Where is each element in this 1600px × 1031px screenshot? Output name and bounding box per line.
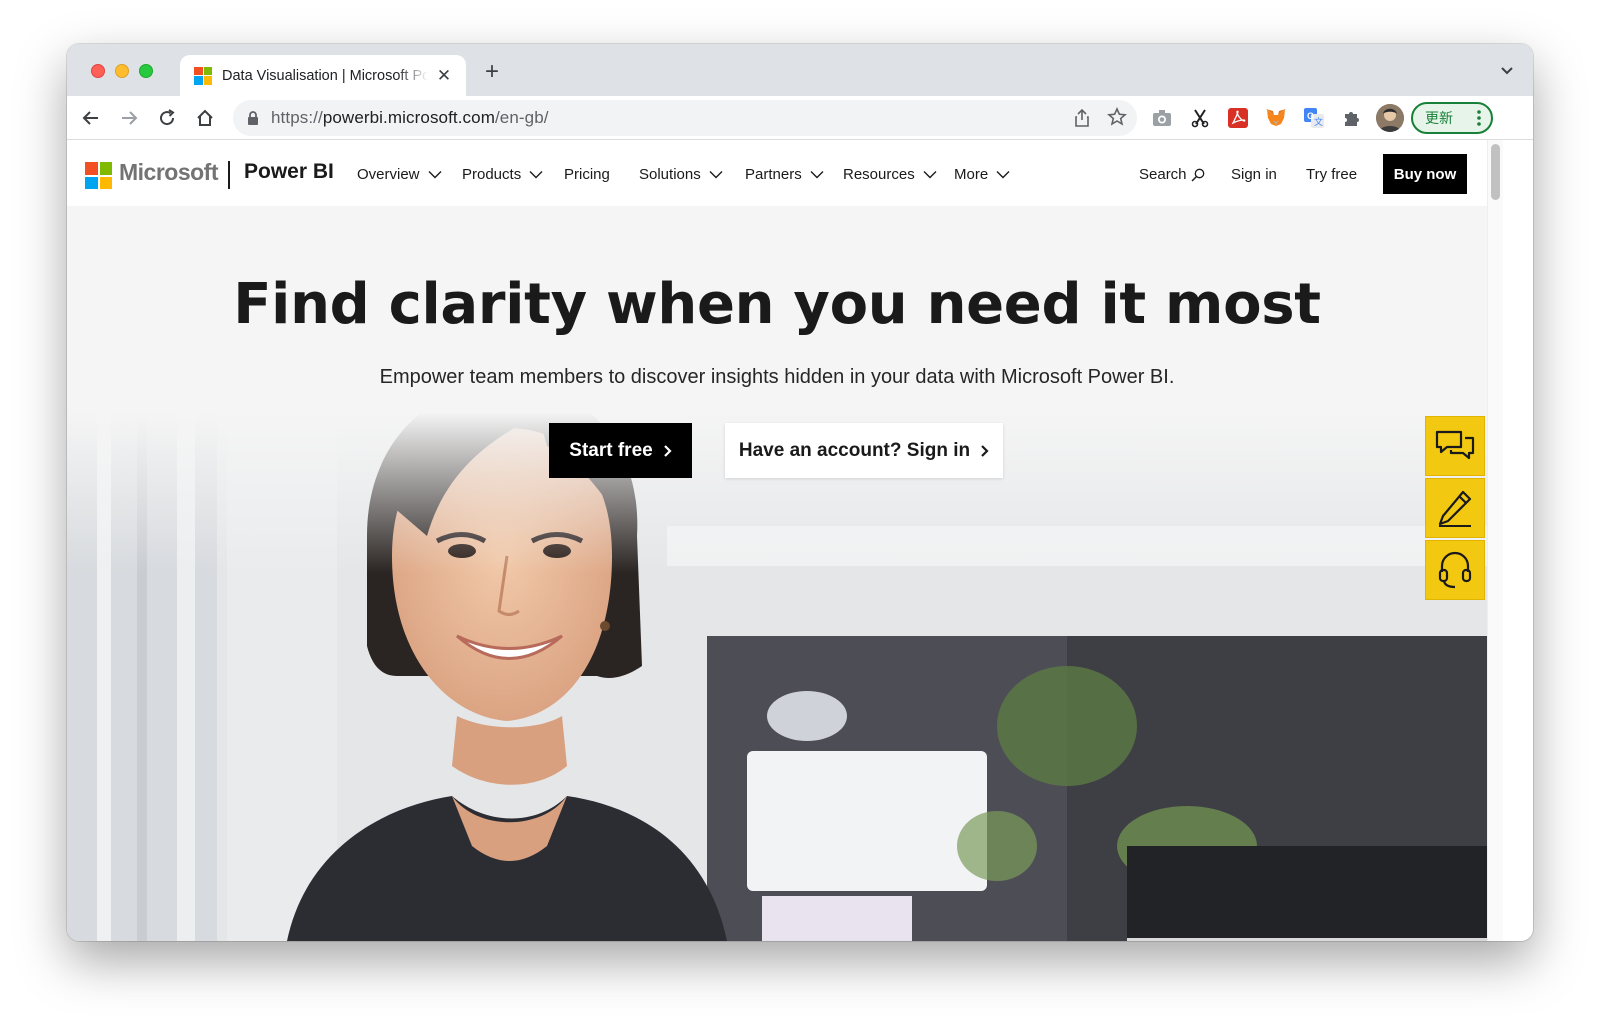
browser-tab-active[interactable]: Data Visualisation | Microsoft Power BI … <box>180 55 466 96</box>
bookmark-star-icon[interactable] <box>1107 107 1127 132</box>
nav-pricing-label: Pricing <box>564 166 610 183</box>
tab-strip: Data Visualisation | Microsoft Power BI … <box>67 44 1533 96</box>
chat-icon[interactable] <box>1425 416 1485 476</box>
site-header: Microsoft Power BI Overview Products Pri… <box>67 140 1487 206</box>
extensions-puzzle-icon[interactable] <box>1340 106 1364 130</box>
translate-extension-icon[interactable]: G文 <box>1302 106 1326 130</box>
nav-more-label: More <box>954 166 989 183</box>
microsoft-favicon-icon <box>194 66 212 85</box>
brand-divider <box>228 161 230 189</box>
nav-partners[interactable]: Partners <box>745 166 824 183</box>
microsoft-logo-icon[interactable] <box>85 162 112 189</box>
start-free-label: Start free <box>569 439 653 461</box>
horizontal-scroll-indicator[interactable] <box>1127 938 1487 941</box>
chevron-down-icon <box>996 171 1010 179</box>
nav-solutions[interactable]: Solutions <box>639 166 723 183</box>
tab-close-icon[interactable]: ✕ <box>434 66 454 86</box>
chevron-down-icon <box>923 171 937 179</box>
close-window-button[interactable] <box>91 64 105 78</box>
chevron-down-icon <box>428 171 442 179</box>
update-label: 更新 <box>1425 110 1453 126</box>
home-icon[interactable] <box>193 106 217 130</box>
zoom-window-button[interactable] <box>139 64 153 78</box>
chevron-right-icon <box>663 444 672 457</box>
hero-title: Find clarity when you need it most <box>233 272 1321 337</box>
kebab-menu-icon[interactable] <box>1477 110 1481 131</box>
camera-extension-icon[interactable] <box>1150 106 1174 130</box>
nav-resources[interactable]: Resources <box>843 166 937 183</box>
nav-products-label: Products <box>462 166 522 183</box>
nav-overview-label: Overview <box>357 166 420 183</box>
vertical-scrollbar[interactable] <box>1487 140 1503 941</box>
address-bar[interactable]: https://powerbi.microsoft.com/en-gb/ <box>233 100 1137 136</box>
headset-icon[interactable] <box>1425 540 1485 600</box>
nav-resources-label: Resources <box>843 166 915 183</box>
nav-pricing[interactable]: Pricing <box>564 166 610 183</box>
nav-more[interactable]: More <box>954 166 1010 183</box>
nav-products[interactable]: Products <box>462 166 543 183</box>
search-button[interactable]: Search <box>1139 166 1205 183</box>
metamask-fox-icon[interactable] <box>1264 106 1288 130</box>
pencil-icon[interactable] <box>1425 478 1485 538</box>
browser-window: Data Visualisation | Microsoft Power BI … <box>67 44 1533 941</box>
pdf-extension-icon[interactable] <box>1226 106 1250 130</box>
page-viewport: Microsoft Power BI Overview Products Pri… <box>67 140 1487 941</box>
try-free-link[interactable]: Try free <box>1306 166 1357 183</box>
url-text[interactable]: https://powerbi.microsoft.com/en-gb/ <box>271 108 549 128</box>
lock-icon[interactable] <box>247 111 259 130</box>
browser-toolbar: https://powerbi.microsoft.com/en-gb/ G文 <box>67 96 1533 140</box>
scrollbar-thumb[interactable] <box>1491 144 1500 200</box>
tab-title: Data Visualisation | Microsoft Power BI <box>222 67 428 84</box>
back-icon[interactable] <box>79 106 103 130</box>
nav-solutions-label: Solutions <box>639 166 701 183</box>
chevron-right-icon <box>981 444 989 457</box>
search-label: Search <box>1139 166 1187 183</box>
buy-now-button[interactable]: Buy now <box>1383 154 1467 194</box>
svg-text:G: G <box>1307 111 1314 121</box>
product-name[interactable]: Power BI <box>244 160 334 184</box>
tab-search-chevron-icon[interactable] <box>1499 62 1515 78</box>
have-account-sign-in-label: Have an account? Sign in <box>738 439 971 461</box>
search-icon <box>1191 168 1204 181</box>
reload-icon[interactable] <box>155 106 179 130</box>
start-free-button[interactable]: Start free <box>549 423 692 478</box>
chevron-down-icon <box>529 171 543 179</box>
chevron-down-icon <box>810 171 824 179</box>
new-tab-button[interactable]: + <box>477 58 507 86</box>
chevron-down-icon <box>709 171 723 179</box>
profile-avatar[interactable] <box>1376 104 1404 132</box>
microsoft-wordmark[interactable]: Microsoft <box>119 159 219 186</box>
update-chrome-button[interactable]: 更新 <box>1411 102 1493 134</box>
forward-icon[interactable] <box>117 106 141 130</box>
hero-section: Find clarity when you need it most Empow… <box>67 206 1487 941</box>
svg-text:文: 文 <box>1314 116 1323 128</box>
have-account-sign-in-button[interactable]: Have an account? Sign in <box>725 423 1003 478</box>
side-toolbar <box>1425 416 1485 602</box>
hero-subtitle: Empower team members to discover insight… <box>379 366 1175 388</box>
scissors-extension-icon[interactable] <box>1188 106 1212 130</box>
share-icon[interactable] <box>1073 108 1091 133</box>
nav-overview[interactable]: Overview <box>357 166 442 183</box>
nav-partners-label: Partners <box>745 166 802 183</box>
sign-in-link[interactable]: Sign in <box>1231 166 1277 183</box>
minimize-window-button[interactable] <box>115 64 129 78</box>
